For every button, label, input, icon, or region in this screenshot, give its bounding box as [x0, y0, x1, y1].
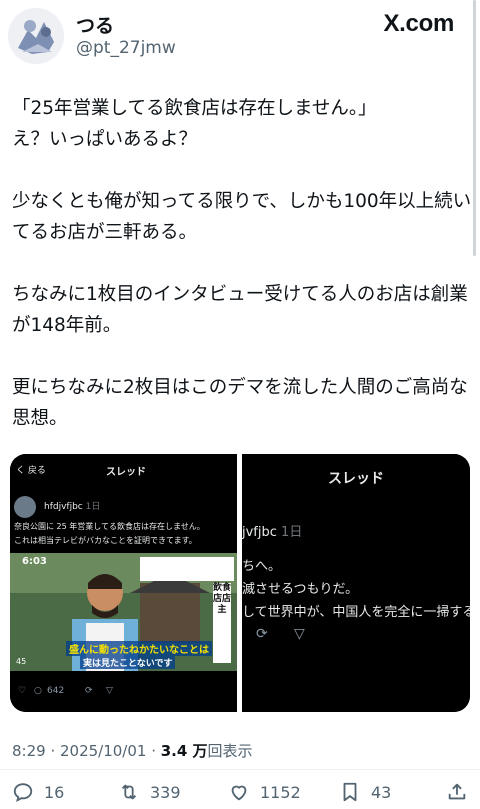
thread-username: jvfjbc: [242, 525, 277, 540]
view-label: 回表示: [207, 742, 253, 760]
display-name[interactable]: つる: [76, 11, 114, 38]
tv-clock: 6:03: [22, 556, 47, 567]
user-handle[interactable]: @pt_27jmw: [76, 38, 176, 58]
thread-user: hfdjvfjbc 1日: [44, 499, 100, 512]
bookmark-button[interactable]: 43: [339, 777, 391, 807]
media-grid[interactable]: く 戻る スレッド hfdjvfjbc 1日 奈良公園に 25 年営業してる飲食…: [10, 454, 470, 712]
tweet-timestamp[interactable]: 8:29 · 2025/10/01 ·: [12, 742, 161, 760]
share-button[interactable]: [446, 777, 468, 807]
tv-caption: 実は見たことないです: [80, 656, 176, 669]
reply-count: 642: [47, 686, 65, 696]
thread-time: 1日: [281, 525, 303, 540]
avatar[interactable]: [8, 8, 64, 64]
tv-caption: 盛んに動ったねかたいなことは: [66, 641, 212, 656]
tweet-meta: 8:29 · 2025/10/01 · 3.4 万回表示: [12, 740, 253, 761]
heart-icon: [231, 785, 247, 801]
repost-icon: ⟳: [85, 686, 93, 696]
tweet-header: つる @pt_27jmw X.com: [0, 0, 480, 256]
media-image-2[interactable]: スレッド jvfjbc 1日 ちへ。 滅させるつもりだ。 して世界中が、中国人を…: [242, 454, 470, 712]
tv-banner: [140, 557, 234, 581]
divider: [0, 769, 480, 770]
repost-icon: ⟳: [256, 626, 268, 642]
thread-text-line: 奈良公園に 25 年営業してる飲食店は存在しません。: [14, 522, 205, 531]
avatar: [14, 496, 36, 518]
media-image-1[interactable]: く 戻る スレッド hfdjvfjbc 1日 奈良公園に 25 年営業してる飲食…: [10, 454, 237, 712]
retweet-icon: [121, 784, 137, 800]
thread-text-line: して世界中が、中国人を完全に一掃する: [242, 605, 470, 620]
share-icon: ▽: [294, 626, 305, 642]
reply-count: 16: [44, 782, 65, 802]
reply-icon: ○: [34, 686, 42, 696]
x-logo[interactable]: X.com: [383, 10, 454, 38]
thread-actions: ♡ ○ 642 ⟳ ▽: [10, 680, 237, 700]
thread-text-line: 滅させるつもりだ。: [242, 582, 359, 597]
heart-icon: ♡: [18, 686, 27, 696]
retweet-button[interactable]: 339: [118, 777, 181, 807]
like-count: 1152: [260, 782, 301, 802]
like-button[interactable]: 1152: [228, 777, 301, 807]
thread-title: スレッド: [106, 467, 146, 478]
tv-counter: 45: [16, 657, 27, 666]
thread-text-line: ちへ。: [242, 559, 282, 574]
thread-time: 1日: [85, 502, 101, 512]
thread-title: スレッド: [328, 471, 384, 487]
thread-text-line: これは相当テレビがバカなことを証明できてます。: [14, 536, 197, 545]
tv-screenshot: 6:03 飲食店店主 盛んに動ったねかたいなことは 実は見たことないです 45: [10, 553, 237, 671]
bookmark-count: 43: [371, 782, 392, 802]
view-count: 3.4 万: [160, 742, 208, 760]
share-icon: ▽: [106, 686, 113, 696]
bookmark-icon: [343, 782, 357, 802]
tv-side-caption: 飲食店店主: [213, 583, 231, 663]
share-icon: [448, 783, 466, 800]
thread-user: jvfjbc 1日: [242, 521, 302, 540]
avatar-image: [8, 8, 64, 64]
thread-username: hfdjvfjbc: [44, 502, 83, 512]
scrollbar[interactable]: [473, 0, 476, 256]
back-button: く 戻る: [16, 466, 46, 476]
reply-icon: [13, 783, 33, 803]
tweet-text: 「25年営業してる飲食店は存在しません。」 え？いっぱいあるよ？ 少なくとも俺が…: [12, 98, 472, 429]
retweet-count: 339: [150, 782, 181, 802]
reply-button[interactable]: 16: [12, 777, 64, 807]
